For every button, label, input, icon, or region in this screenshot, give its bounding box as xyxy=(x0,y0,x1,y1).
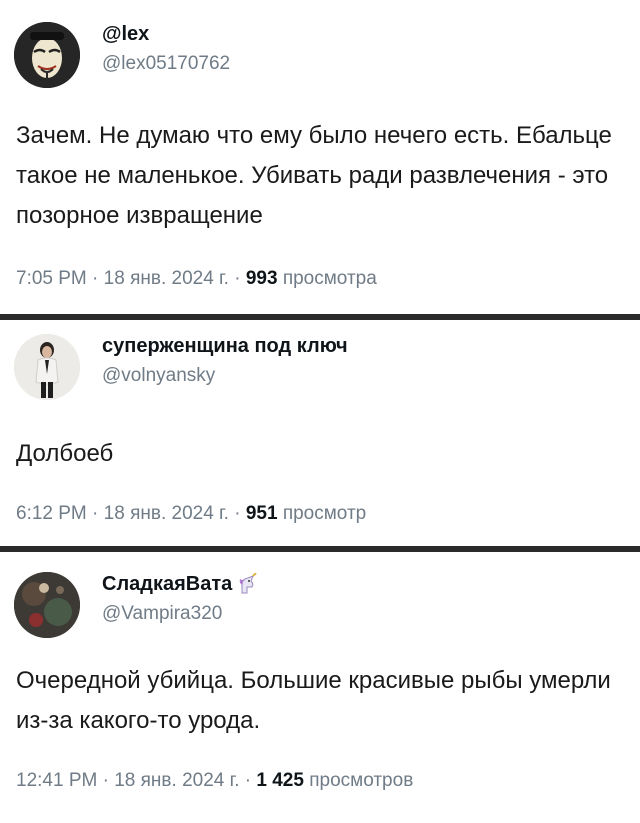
separator: · xyxy=(244,770,252,791)
tweet-time[interactable]: 12:41 PM xyxy=(16,770,97,791)
tweet-meta: 6:12 PM · 18 янв. 2024 г. · 951 просмотр xyxy=(16,503,366,525)
guy-fawkes-mask-icon xyxy=(14,22,80,88)
view-count: 993 xyxy=(245,268,278,289)
tweet-date[interactable]: 18 янв. 2024 г. xyxy=(114,770,239,791)
tweet-text: Очередной убийца. Большие красивые рыбы … xyxy=(16,667,611,734)
display-name-text: СладкаяВата xyxy=(102,573,233,595)
tweet-date[interactable]: 18 янв. 2024 г. xyxy=(104,268,229,289)
view-count: 1 425 xyxy=(256,770,304,791)
tweet-time[interactable]: 6:12 PM xyxy=(16,503,87,524)
person-photo-icon xyxy=(14,334,80,400)
view-count: 951 xyxy=(245,503,278,524)
tweet-3: СладкаяВата @Vampira320 Очередной убийца… xyxy=(0,552,640,823)
tweet-text: Зачем. Не думаю что ему было нечего есть… xyxy=(16,122,612,229)
separator: · xyxy=(92,268,99,289)
views-label: просмотр xyxy=(282,503,367,524)
display-name[interactable]: суперженщина под ключ xyxy=(102,334,348,358)
display-name[interactable]: @lex xyxy=(102,22,230,46)
avatar[interactable] xyxy=(14,334,80,400)
tweet-meta: 7:05 PM · 18 янв. 2024 г. · 993 просмотр… xyxy=(16,268,377,290)
separator: · xyxy=(234,268,241,289)
handle[interactable]: @lex05170762 xyxy=(102,52,230,76)
handle[interactable]: @volnyansky xyxy=(102,364,348,388)
tweet-1: @lex @lex05170762 Зачем. Не думаю что ем… xyxy=(0,0,640,314)
tweet-2: суперженщина под ключ @volnyansky Долбое… xyxy=(0,320,640,546)
display-name[interactable]: СладкаяВата xyxy=(102,572,258,596)
views-label: просмотра xyxy=(282,268,377,289)
avatar[interactable] xyxy=(14,572,80,638)
separator: · xyxy=(102,770,109,791)
tweet-time[interactable]: 7:05 PM xyxy=(16,268,87,289)
tweet-meta: 12:41 PM · 18 янв. 2024 г. · 1 425 просм… xyxy=(16,770,413,792)
tweet-date[interactable]: 18 янв. 2024 г. xyxy=(104,503,229,524)
handle[interactable]: @Vampira320 xyxy=(102,602,258,626)
views-label: просмотров xyxy=(309,770,414,791)
separator: · xyxy=(92,503,99,524)
separator: · xyxy=(234,503,241,524)
avatar[interactable] xyxy=(14,22,80,88)
unicorn-icon xyxy=(240,573,257,594)
tweet-text: Долбоеб xyxy=(16,440,114,467)
dark-photo-icon xyxy=(14,572,80,638)
